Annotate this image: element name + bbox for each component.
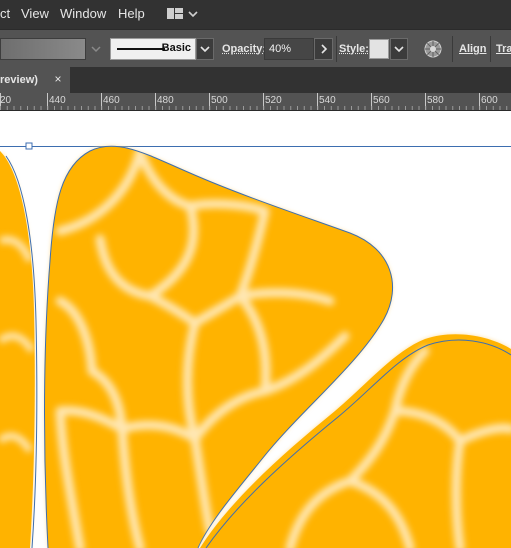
stroke-preview-line [117, 48, 165, 50]
fill-dropdown[interactable] [86, 38, 106, 60]
opacity-label[interactable]: Opacity: [222, 43, 266, 55]
artboard-canvas[interactable] [0, 111, 511, 548]
menu-window[interactable]: Window [60, 7, 106, 21]
ruler-label: 500 [211, 95, 228, 106]
menu-help[interactable]: Help [118, 7, 145, 21]
ruler-label: 480 [157, 95, 174, 106]
divider [490, 36, 491, 62]
horizontal-ruler[interactable]: 20 440 460 480 500 520 540 560 580 600 [0, 93, 511, 111]
segment-fill [0, 151, 35, 548]
ruler-label: 520 [265, 95, 282, 106]
control-bar: Basic Opacity: 40% Style: Align Tra [0, 29, 511, 67]
divider [336, 36, 337, 62]
document-tab-bar: review) × [0, 67, 511, 93]
ruler-label: 460 [103, 95, 120, 106]
menu-bar: ct View Window Help [0, 0, 511, 29]
fill-color-swatch[interactable] [0, 38, 86, 60]
chevron-down-icon [394, 46, 404, 53]
ruler-label: 440 [49, 95, 66, 106]
ruler-label: 600 [481, 95, 498, 106]
chevron-down-icon [91, 46, 101, 53]
illustrator-window: ct View Window Help Basic Opacity: 40% S… [0, 0, 511, 548]
document-tab-title: review) [0, 74, 38, 86]
opacity-input[interactable]: 40% [264, 38, 314, 60]
transform-link[interactable]: Tra [496, 43, 511, 55]
divider [452, 36, 453, 62]
stroke-profile-label: Basic [161, 42, 191, 54]
orange-segments-artwork[interactable] [0, 111, 511, 548]
orange-segment-left[interactable] [0, 141, 40, 548]
chevron-down-icon [200, 46, 210, 53]
recolor-artwork-button[interactable] [423, 39, 443, 59]
close-icon[interactable]: × [52, 72, 64, 86]
ruler-label: 560 [373, 95, 390, 106]
chevron-right-icon [321, 44, 328, 54]
menu-select[interactable]: ct [0, 7, 10, 21]
workspace-layout-icon [167, 8, 198, 19]
menu-view[interactable]: View [21, 7, 49, 21]
workspace-switcher[interactable] [164, 4, 204, 24]
style-label: Style: [339, 43, 369, 55]
graphic-style-dropdown[interactable] [390, 38, 408, 60]
ruler-label: 540 [319, 95, 336, 106]
ruler-label: 580 [427, 95, 444, 106]
document-tab[interactable]: review) × [0, 67, 70, 93]
graphic-style-swatch[interactable] [369, 39, 389, 59]
anchor-point-handle[interactable] [25, 142, 33, 150]
stroke-profile-box[interactable]: Basic [110, 38, 196, 60]
recolor-artwork-icon [424, 40, 442, 58]
stroke-profile-dropdown[interactable] [196, 38, 214, 60]
opacity-slider-button[interactable] [314, 38, 333, 60]
ruler-label: 20 [0, 95, 12, 106]
align-link[interactable]: Align [459, 43, 487, 55]
